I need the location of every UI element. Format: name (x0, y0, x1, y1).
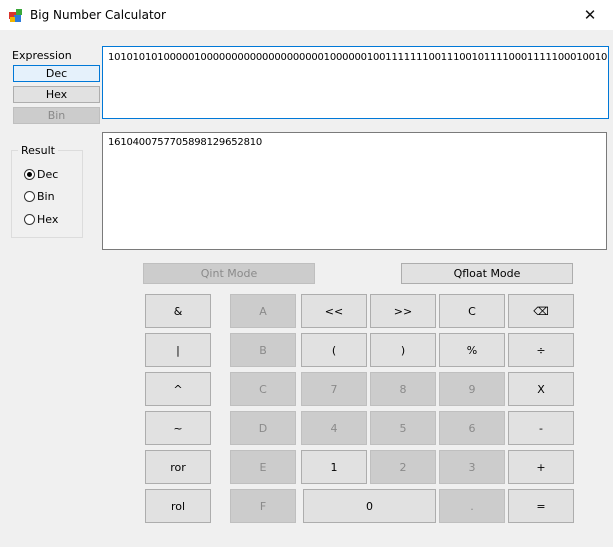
expression-input[interactable]: 1010101010000010000000000000000000010000… (102, 46, 609, 119)
key-rol[interactable]: rol (145, 489, 211, 523)
radio-label: Bin (37, 190, 55, 203)
key-xor[interactable]: ^ (145, 372, 211, 406)
key-hex-a: A (230, 294, 296, 328)
calculator-app-icon (9, 9, 22, 22)
key-equals[interactable]: = (508, 489, 574, 523)
key-3: 3 (439, 450, 505, 484)
result-hex-radio[interactable]: Hex (24, 213, 58, 226)
result-dec-radio[interactable]: Dec (24, 168, 58, 181)
key-modulo[interactable]: % (439, 333, 505, 367)
key-9: 9 (439, 372, 505, 406)
key-close-paren[interactable]: ) (370, 333, 436, 367)
expression-dec-button[interactable]: Dec (13, 65, 100, 82)
result-text: 1610400757705898129652810 (108, 137, 263, 148)
key-clear[interactable]: C (439, 294, 505, 328)
radio-unchecked-icon (24, 214, 35, 225)
key-open-paren[interactable]: ( (301, 333, 367, 367)
key-and[interactable]: & (145, 294, 211, 328)
expression-text: 1010101010000010000000000000000000010000… (108, 52, 609, 63)
result-bin-radio[interactable]: Bin (24, 190, 55, 203)
expression-bin-button: Bin (13, 107, 100, 124)
result-output[interactable]: 1610400757705898129652810 (102, 132, 607, 250)
close-icon[interactable]: ✕ (567, 0, 613, 30)
window-title: Big Number Calculator (30, 8, 166, 22)
backspace-icon[interactable]: ⌫ (508, 294, 574, 328)
key-add[interactable]: + (508, 450, 574, 484)
key-1[interactable]: 1 (301, 450, 367, 484)
key-hex-c: C (230, 372, 296, 406)
radio-label: Hex (37, 213, 59, 226)
key-6: 6 (439, 411, 505, 445)
key-4: 4 (301, 411, 367, 445)
expression-label: Expression (12, 49, 72, 62)
key-hex-d: D (230, 411, 296, 445)
key-2: 2 (370, 450, 436, 484)
key-8: 8 (370, 372, 436, 406)
key-5: 5 (370, 411, 436, 445)
key-0[interactable]: 0 (303, 489, 436, 523)
key-ror[interactable]: ror (145, 450, 211, 484)
key-shift-right[interactable]: >> (370, 294, 436, 328)
key-7: 7 (301, 372, 367, 406)
qint-mode-button: Qint Mode (143, 263, 315, 284)
key-shift-left[interactable]: << (301, 294, 367, 328)
expression-hex-button[interactable]: Hex (13, 86, 100, 103)
key-multiply[interactable]: X (508, 372, 574, 406)
radio-unchecked-icon (24, 191, 35, 202)
key-divide[interactable]: ÷ (508, 333, 574, 367)
key-subtract[interactable]: - (508, 411, 574, 445)
result-group-label: Result (18, 144, 58, 157)
radio-checked-icon (24, 169, 35, 180)
key-or[interactable]: | (145, 333, 211, 367)
title-bar: Big Number Calculator ✕ (0, 0, 613, 30)
key-hex-f: F (230, 489, 296, 523)
key-hex-e: E (230, 450, 296, 484)
radio-label: Dec (37, 168, 59, 181)
key-decimal: . (439, 489, 505, 523)
key-not[interactable]: ~ (145, 411, 211, 445)
qfloat-mode-button[interactable]: Qfloat Mode (401, 263, 573, 284)
key-hex-b: B (230, 333, 296, 367)
